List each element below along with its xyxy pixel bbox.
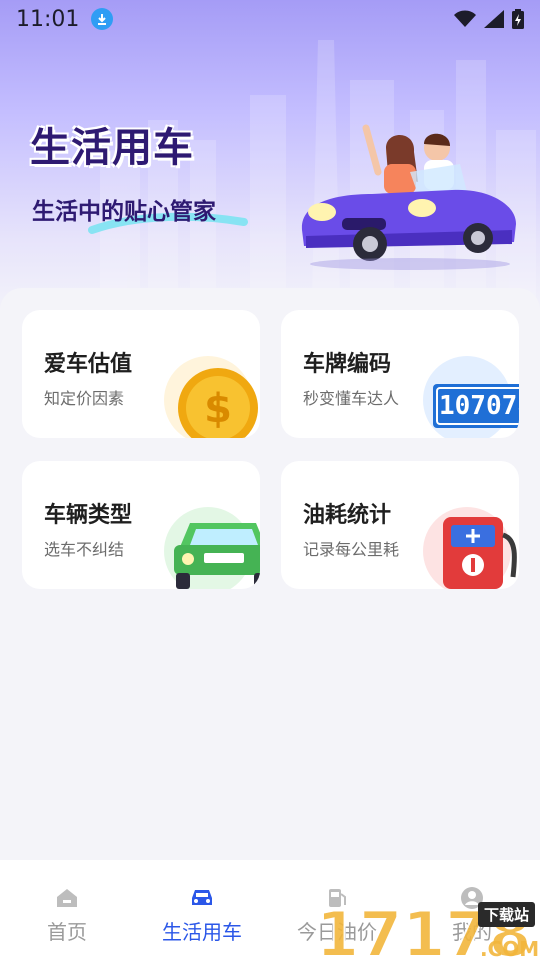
coin-icon: $ [160,356,260,438]
home-icon [57,889,77,907]
card-subtitle: 知定价因素 [44,389,125,408]
hero-banner: 11:01 生活用车 生活中的贴心管家 [0,0,540,320]
card-car-valuation[interactable]: 爱车估值 知定价因素 $ [22,310,260,438]
status-bar: 11:01 [0,0,540,38]
feature-panel: 爱车估值 知定价因素 $ 车牌编码 秒变懂车达人 107078 车辆类型 选车不… [0,288,540,860]
card-subtitle: 记录每公里耗 [303,540,400,559]
tab-life-car[interactable]: 生活用车 [147,886,257,945]
car-icon [192,890,212,905]
battery-icon [512,9,524,29]
watermark-tag: 下载站 [478,902,536,927]
svg-text:.COM: .COM [480,937,539,960]
hero-title: 生活用车 [30,125,194,171]
signal-icon [484,10,504,28]
svg-text:$: $ [204,386,232,432]
green-car-icon [160,507,260,589]
card-title: 油耗统计 [303,503,392,528]
hero-subtitle: 生活中的贴心管家 [32,199,216,225]
convertible-car-illustration [301,124,516,270]
card-title: 车辆类型 [44,503,133,528]
card-license-plate[interactable]: 车牌编码 秒变懂车达人 107078 [281,310,519,438]
license-plate-icon: 107078 [419,356,519,438]
card-subtitle: 选车不纠结 [44,540,125,559]
card-fuel-statistics[interactable]: 油耗统计 记录每公里耗 [281,461,519,589]
card-vehicle-type[interactable]: 车辆类型 选车不纠结 [22,461,260,589]
fuel-pump-icon [419,507,519,589]
tab-label: 生活用车 [162,920,242,944]
tab-home[interactable]: 首页 [12,886,122,945]
wifi-icon [454,10,476,27]
plate-number: 107078 [439,391,519,421]
card-title: 车牌编码 [303,352,392,377]
download-icon [91,8,114,30]
tab-label: 首页 [47,920,87,944]
status-time: 11:01 [16,6,80,32]
card-subtitle: 秒变懂车达人 [303,389,400,408]
card-title: 爱车估值 [44,352,133,377]
